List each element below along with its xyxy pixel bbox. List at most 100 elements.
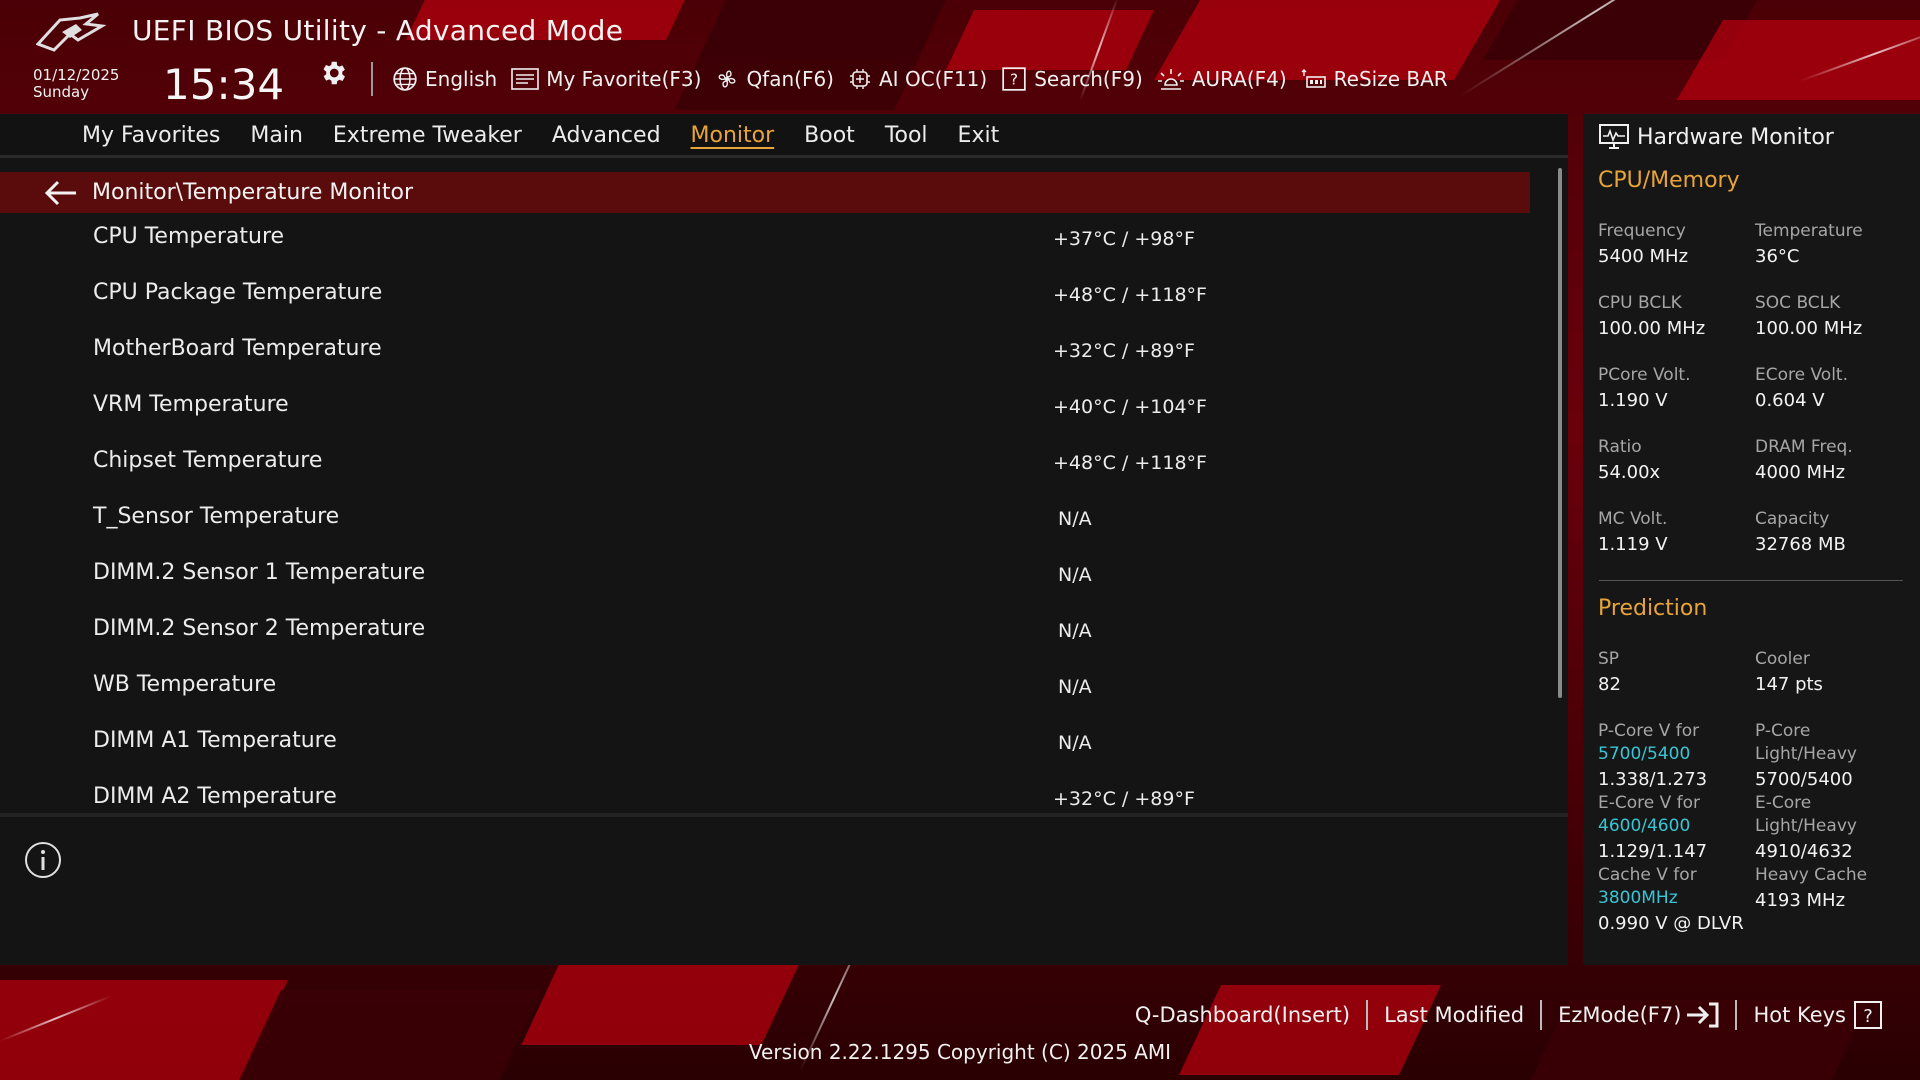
ai-oc-button[interactable]: AI OC(F11) xyxy=(848,67,987,91)
row-value: +48°C / +118°F xyxy=(1053,284,1207,306)
row-label: VRM Temperature xyxy=(93,392,289,417)
my-favorite-label: My Favorite(F3) xyxy=(546,67,702,91)
main-panel: Monitor\Temperature Monitor CPU Temperat… xyxy=(0,158,1568,813)
monitor-row-dimm-a1-temperature[interactable]: DIMM A1 Temperature N/A xyxy=(0,718,1530,774)
hot-keys-button[interactable]: Hot Keys ? xyxy=(1737,1001,1898,1029)
row-value: +32°C / +89°F xyxy=(1053,788,1195,810)
help-panel xyxy=(0,817,1568,965)
hw-temperature: Temperature 36°C xyxy=(1755,221,1863,267)
row-label: DIMM.2 Sensor 1 Temperature xyxy=(93,560,426,585)
ai-chip-icon xyxy=(850,69,870,89)
language-label: English xyxy=(425,67,498,91)
svg-text:?: ? xyxy=(1010,70,1018,88)
scrollbar[interactable] xyxy=(1558,168,1562,698)
date-display: 01/12/2025 Sunday xyxy=(33,67,119,101)
row-label: WB Temperature xyxy=(93,672,277,697)
language-button[interactable]: English xyxy=(392,66,497,92)
tab-advanced[interactable]: Advanced xyxy=(552,123,661,148)
breadcrumb-label: Monitor\Temperature Monitor xyxy=(92,180,414,205)
fan-icon xyxy=(718,70,736,88)
row-label: DIMM.2 Sensor 2 Temperature xyxy=(93,616,426,641)
hardware-monitor-header: Hardware Monitor xyxy=(1599,124,1834,150)
q-dashboard-button[interactable]: Q-Dashboard(Insert) xyxy=(1119,1003,1366,1027)
monitor-icon xyxy=(1599,124,1629,149)
main-tabs: My Favorites Main Extreme Tweaker Advanc… xyxy=(0,114,1568,156)
my-favorite-button[interactable]: My Favorite(F3) xyxy=(511,67,701,91)
header: UEFI BIOS Utility - Advanced Mode 01/12/… xyxy=(0,0,1920,115)
hw-cpu-bclk: CPU BCLK 100.00 MHz xyxy=(1598,293,1706,339)
search-help-icon: ? xyxy=(1002,67,1026,91)
row-value: N/A xyxy=(1058,732,1092,754)
hardware-monitor-panel: Hardware Monitor CPU/Memory Frequency 54… xyxy=(1583,114,1920,965)
toolbar: English My Favorite(F3) Qfan(F6) AI OC(F… xyxy=(392,62,1462,96)
resize-bar-icon xyxy=(1301,69,1326,88)
monitor-row-t-sensor-temperature[interactable]: T_Sensor Temperature N/A xyxy=(0,494,1530,550)
svg-text:?: ? xyxy=(1863,1006,1873,1027)
ai-oc-label: AI OC(F11) xyxy=(879,67,988,91)
ezmode-button[interactable]: EzMode(F7) xyxy=(1542,1002,1735,1028)
monitor-row-chipset-temperature[interactable]: Chipset Temperature +48°C / +118°F xyxy=(0,438,1530,494)
section-prediction: Prediction xyxy=(1598,596,1708,621)
tab-main[interactable]: Main xyxy=(250,123,303,148)
hw-cooler: Cooler 147 pts xyxy=(1755,649,1823,695)
footer-links: Q-Dashboard(Insert) Last Modified EzMode… xyxy=(1119,1000,1898,1030)
hw-divider xyxy=(1599,580,1903,581)
resize-bar-button[interactable]: ReSize BAR xyxy=(1301,67,1448,91)
resize-bar-label: ReSize BAR xyxy=(1333,67,1448,91)
hw-frequency: Frequency 5400 MHz xyxy=(1598,221,1689,267)
row-label: CPU Package Temperature xyxy=(93,280,383,305)
breadcrumb[interactable]: Monitor\Temperature Monitor xyxy=(0,172,1530,213)
aura-button[interactable]: AURA(F4) xyxy=(1157,67,1287,91)
last-modified-button[interactable]: Last Modified xyxy=(1368,1003,1540,1027)
monitor-row-cpu-temperature[interactable]: CPU Temperature +37°C / +98°F xyxy=(0,214,1530,270)
rog-logo-icon xyxy=(36,12,106,52)
monitor-row-dimm-a2-temperature[interactable]: DIMM A2 Temperature +32°C / +89°F xyxy=(0,774,1530,813)
list-icon xyxy=(511,68,540,90)
row-value: N/A xyxy=(1058,620,1092,642)
hw-pcore-light-heavy: P-Core Light/Heavy 5700/5400 xyxy=(1755,721,1857,790)
monitor-row-vrm-temperature[interactable]: VRM Temperature +40°C / +104°F xyxy=(0,382,1530,438)
info-icon xyxy=(25,842,61,878)
tab-monitor[interactable]: Monitor xyxy=(691,123,775,148)
hardware-monitor-title: Hardware Monitor xyxy=(1637,124,1834,150)
hw-ecore-light-heavy: E-Core Light/Heavy 4910/4632 xyxy=(1755,793,1857,862)
row-label: T_Sensor Temperature xyxy=(93,504,340,529)
row-value: +37°C / +98°F xyxy=(1053,228,1195,250)
monitor-row-dimm2-sensor-1-temperature[interactable]: DIMM.2 Sensor 1 Temperature N/A xyxy=(0,550,1530,606)
row-value: +32°C / +89°F xyxy=(1053,340,1195,362)
row-label: MotherBoard Temperature xyxy=(93,336,382,361)
hw-ecore-volt: ECore Volt. 0.604 V xyxy=(1755,365,1848,411)
search-button[interactable]: ? Search(F9) xyxy=(1001,66,1143,92)
tab-extreme-tweaker[interactable]: Extreme Tweaker xyxy=(333,123,522,148)
exit-arrow-icon xyxy=(1687,1002,1719,1028)
hw-pcore-v-for: P-Core V for 5700/5400 1.338/1.273 xyxy=(1598,720,1756,793)
monitor-row-wb-temperature[interactable]: WB Temperature N/A xyxy=(0,662,1530,718)
hw-dram-freq: DRAM Freq. 4000 MHz xyxy=(1755,437,1853,483)
app-title: UEFI BIOS Utility - Advanced Mode xyxy=(132,14,624,47)
row-value: N/A xyxy=(1058,564,1092,586)
row-label: DIMM A1 Temperature xyxy=(93,728,337,753)
hw-heavy-cache: Heavy Cache 4193 MHz xyxy=(1755,865,1868,911)
tab-tool[interactable]: Tool xyxy=(885,123,928,148)
hw-mc-volt: MC Volt. 1.119 V xyxy=(1598,509,1668,555)
monitor-row-motherboard-temperature[interactable]: MotherBoard Temperature +32°C / +89°F xyxy=(0,326,1530,382)
gear-icon[interactable] xyxy=(318,58,348,88)
back-arrow-icon[interactable] xyxy=(44,179,78,207)
qfan-button[interactable]: Qfan(F6) xyxy=(715,67,834,91)
hw-sp: SP 82 xyxy=(1598,649,1621,695)
day-value: Sunday xyxy=(33,83,90,101)
row-value: N/A xyxy=(1058,508,1092,530)
hw-soc-bclk: SOC BCLK 100.00 MHz xyxy=(1755,293,1863,339)
tab-exit[interactable]: Exit xyxy=(958,123,1000,148)
qfan-label: Qfan(F6) xyxy=(746,67,834,91)
tab-my-favorites[interactable]: My Favorites xyxy=(82,123,220,148)
hot-keys-label: Hot Keys xyxy=(1753,1003,1846,1027)
monitor-row-dimm2-sensor-2-temperature[interactable]: DIMM.2 Sensor 2 Temperature N/A xyxy=(0,606,1530,662)
tab-boot[interactable]: Boot xyxy=(804,123,855,148)
section-cpu-memory: CPU/Memory xyxy=(1598,168,1740,193)
row-label: Chipset Temperature xyxy=(93,448,323,473)
monitor-row-cpu-package-temperature[interactable]: CPU Package Temperature +48°C / +118°F xyxy=(0,270,1530,326)
pcore-v-freq-link[interactable]: 5700/5400 xyxy=(1598,743,1756,766)
date-value: 01/12/2025 xyxy=(33,66,120,84)
ecore-v-freq-link[interactable]: 4600/4600 xyxy=(1598,815,1756,838)
